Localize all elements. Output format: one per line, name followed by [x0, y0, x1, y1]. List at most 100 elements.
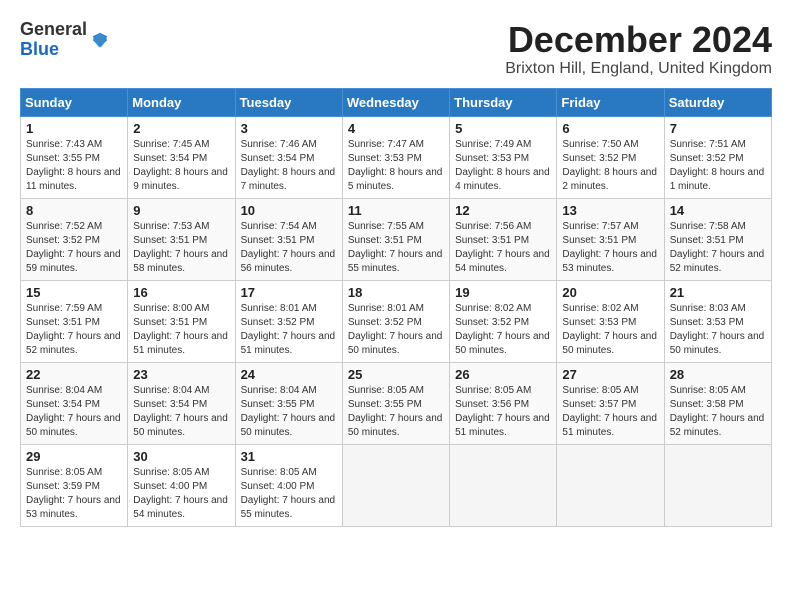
- day-info: Sunrise: 7:50 AM Sunset: 3:52 PM Dayligh…: [562, 139, 657, 192]
- day-info: Sunrise: 7:46 AM Sunset: 3:54 PM Dayligh…: [241, 139, 336, 192]
- day-number: 4: [348, 121, 444, 136]
- calendar-cell: 29 Sunrise: 8:05 AM Sunset: 3:59 PM Dayl…: [21, 444, 128, 526]
- calendar-cell: 17 Sunrise: 8:01 AM Sunset: 3:52 PM Dayl…: [235, 280, 342, 362]
- day-info: Sunrise: 7:53 AM Sunset: 3:51 PM Dayligh…: [133, 221, 228, 274]
- day-info: Sunrise: 7:49 AM Sunset: 3:53 PM Dayligh…: [455, 139, 550, 192]
- calendar-body: 1 Sunrise: 7:43 AM Sunset: 3:55 PM Dayli…: [21, 116, 772, 526]
- day-info: Sunrise: 8:04 AM Sunset: 3:55 PM Dayligh…: [241, 385, 336, 438]
- calendar-week-5: 29 Sunrise: 8:05 AM Sunset: 3:59 PM Dayl…: [21, 444, 772, 526]
- calendar-table: Sunday Monday Tuesday Wednesday Thursday…: [20, 88, 772, 527]
- day-info: Sunrise: 7:55 AM Sunset: 3:51 PM Dayligh…: [348, 221, 443, 274]
- day-number: 21: [670, 285, 766, 300]
- calendar-cell: 1 Sunrise: 7:43 AM Sunset: 3:55 PM Dayli…: [21, 116, 128, 198]
- day-info: Sunrise: 7:51 AM Sunset: 3:52 PM Dayligh…: [670, 139, 765, 192]
- day-info: Sunrise: 7:52 AM Sunset: 3:52 PM Dayligh…: [26, 221, 121, 274]
- calendar-cell: 2 Sunrise: 7:45 AM Sunset: 3:54 PM Dayli…: [128, 116, 235, 198]
- calendar-cell: 23 Sunrise: 8:04 AM Sunset: 3:54 PM Dayl…: [128, 362, 235, 444]
- calendar-cell: 27 Sunrise: 8:05 AM Sunset: 3:57 PM Dayl…: [557, 362, 664, 444]
- day-number: 22: [26, 367, 122, 382]
- calendar-cell: 25 Sunrise: 8:05 AM Sunset: 3:55 PM Dayl…: [342, 362, 449, 444]
- calendar-week-4: 22 Sunrise: 8:04 AM Sunset: 3:54 PM Dayl…: [21, 362, 772, 444]
- day-number: 19: [455, 285, 551, 300]
- page-header: General Blue December 2024 Brixton Hill,…: [20, 20, 772, 78]
- calendar-cell: 21 Sunrise: 8:03 AM Sunset: 3:53 PM Dayl…: [664, 280, 771, 362]
- day-number: 5: [455, 121, 551, 136]
- day-info: Sunrise: 8:05 AM Sunset: 3:58 PM Dayligh…: [670, 385, 765, 438]
- day-info: Sunrise: 8:05 AM Sunset: 3:56 PM Dayligh…: [455, 385, 550, 438]
- day-number: 13: [562, 203, 658, 218]
- logo-blue-text: Blue: [20, 40, 87, 60]
- day-number: 14: [670, 203, 766, 218]
- calendar-week-2: 8 Sunrise: 7:52 AM Sunset: 3:52 PM Dayli…: [21, 198, 772, 280]
- logo-icon: [91, 31, 109, 49]
- day-info: Sunrise: 7:59 AM Sunset: 3:51 PM Dayligh…: [26, 303, 121, 356]
- calendar-cell: 18 Sunrise: 8:01 AM Sunset: 3:52 PM Dayl…: [342, 280, 449, 362]
- day-number: 2: [133, 121, 229, 136]
- header-wednesday: Wednesday: [342, 88, 449, 116]
- day-number: 25: [348, 367, 444, 382]
- calendar-cell: [664, 444, 771, 526]
- day-info: Sunrise: 7:54 AM Sunset: 3:51 PM Dayligh…: [241, 221, 336, 274]
- logo-general-text: General: [20, 20, 87, 40]
- header-thursday: Thursday: [450, 88, 557, 116]
- calendar-cell: 20 Sunrise: 8:02 AM Sunset: 3:53 PM Dayl…: [557, 280, 664, 362]
- calendar-cell: 7 Sunrise: 7:51 AM Sunset: 3:52 PM Dayli…: [664, 116, 771, 198]
- calendar-cell: 26 Sunrise: 8:05 AM Sunset: 3:56 PM Dayl…: [450, 362, 557, 444]
- calendar-cell: 30 Sunrise: 8:05 AM Sunset: 4:00 PM Dayl…: [128, 444, 235, 526]
- day-number: 31: [241, 449, 337, 464]
- calendar-week-1: 1 Sunrise: 7:43 AM Sunset: 3:55 PM Dayli…: [21, 116, 772, 198]
- day-info: Sunrise: 8:01 AM Sunset: 3:52 PM Dayligh…: [241, 303, 336, 356]
- day-number: 23: [133, 367, 229, 382]
- location-text: Brixton Hill, England, United Kingdom: [505, 60, 772, 78]
- day-number: 8: [26, 203, 122, 218]
- day-info: Sunrise: 8:04 AM Sunset: 3:54 PM Dayligh…: [26, 385, 121, 438]
- calendar-cell: 16 Sunrise: 8:00 AM Sunset: 3:51 PM Dayl…: [128, 280, 235, 362]
- calendar-cell: 12 Sunrise: 7:56 AM Sunset: 3:51 PM Dayl…: [450, 198, 557, 280]
- day-number: 17: [241, 285, 337, 300]
- calendar-cell: 4 Sunrise: 7:47 AM Sunset: 3:53 PM Dayli…: [342, 116, 449, 198]
- day-info: Sunrise: 8:03 AM Sunset: 3:53 PM Dayligh…: [670, 303, 765, 356]
- day-number: 20: [562, 285, 658, 300]
- day-number: 12: [455, 203, 551, 218]
- day-number: 3: [241, 121, 337, 136]
- calendar-cell: 14 Sunrise: 7:58 AM Sunset: 3:51 PM Dayl…: [664, 198, 771, 280]
- day-number: 28: [670, 367, 766, 382]
- calendar-cell: 9 Sunrise: 7:53 AM Sunset: 3:51 PM Dayli…: [128, 198, 235, 280]
- day-number: 18: [348, 285, 444, 300]
- day-info: Sunrise: 8:01 AM Sunset: 3:52 PM Dayligh…: [348, 303, 443, 356]
- day-info: Sunrise: 8:00 AM Sunset: 3:51 PM Dayligh…: [133, 303, 228, 356]
- calendar-cell: 19 Sunrise: 8:02 AM Sunset: 3:52 PM Dayl…: [450, 280, 557, 362]
- day-info: Sunrise: 8:05 AM Sunset: 4:00 PM Dayligh…: [241, 467, 336, 520]
- calendar-cell: [450, 444, 557, 526]
- day-info: Sunrise: 8:02 AM Sunset: 3:53 PM Dayligh…: [562, 303, 657, 356]
- day-number: 15: [26, 285, 122, 300]
- header-tuesday: Tuesday: [235, 88, 342, 116]
- header-monday: Monday: [128, 88, 235, 116]
- calendar-cell: 5 Sunrise: 7:49 AM Sunset: 3:53 PM Dayli…: [450, 116, 557, 198]
- day-number: 30: [133, 449, 229, 464]
- day-info: Sunrise: 7:58 AM Sunset: 3:51 PM Dayligh…: [670, 221, 765, 274]
- calendar-header-row: Sunday Monday Tuesday Wednesday Thursday…: [21, 88, 772, 116]
- day-info: Sunrise: 7:57 AM Sunset: 3:51 PM Dayligh…: [562, 221, 657, 274]
- day-info: Sunrise: 8:02 AM Sunset: 3:52 PM Dayligh…: [455, 303, 550, 356]
- day-number: 16: [133, 285, 229, 300]
- day-number: 29: [26, 449, 122, 464]
- calendar-cell: 31 Sunrise: 8:05 AM Sunset: 4:00 PM Dayl…: [235, 444, 342, 526]
- day-info: Sunrise: 7:43 AM Sunset: 3:55 PM Dayligh…: [26, 139, 121, 192]
- calendar-cell: 11 Sunrise: 7:55 AM Sunset: 3:51 PM Dayl…: [342, 198, 449, 280]
- day-number: 24: [241, 367, 337, 382]
- day-number: 9: [133, 203, 229, 218]
- day-number: 10: [241, 203, 337, 218]
- header-sunday: Sunday: [21, 88, 128, 116]
- day-number: 6: [562, 121, 658, 136]
- logo: General Blue: [20, 20, 109, 60]
- calendar-week-3: 15 Sunrise: 7:59 AM Sunset: 3:51 PM Dayl…: [21, 280, 772, 362]
- day-info: Sunrise: 8:05 AM Sunset: 3:57 PM Dayligh…: [562, 385, 657, 438]
- day-number: 27: [562, 367, 658, 382]
- calendar-cell: 8 Sunrise: 7:52 AM Sunset: 3:52 PM Dayli…: [21, 198, 128, 280]
- calendar-cell: 28 Sunrise: 8:05 AM Sunset: 3:58 PM Dayl…: [664, 362, 771, 444]
- day-number: 7: [670, 121, 766, 136]
- calendar-cell: [557, 444, 664, 526]
- calendar-cell: 22 Sunrise: 8:04 AM Sunset: 3:54 PM Dayl…: [21, 362, 128, 444]
- calendar-cell: 10 Sunrise: 7:54 AM Sunset: 3:51 PM Dayl…: [235, 198, 342, 280]
